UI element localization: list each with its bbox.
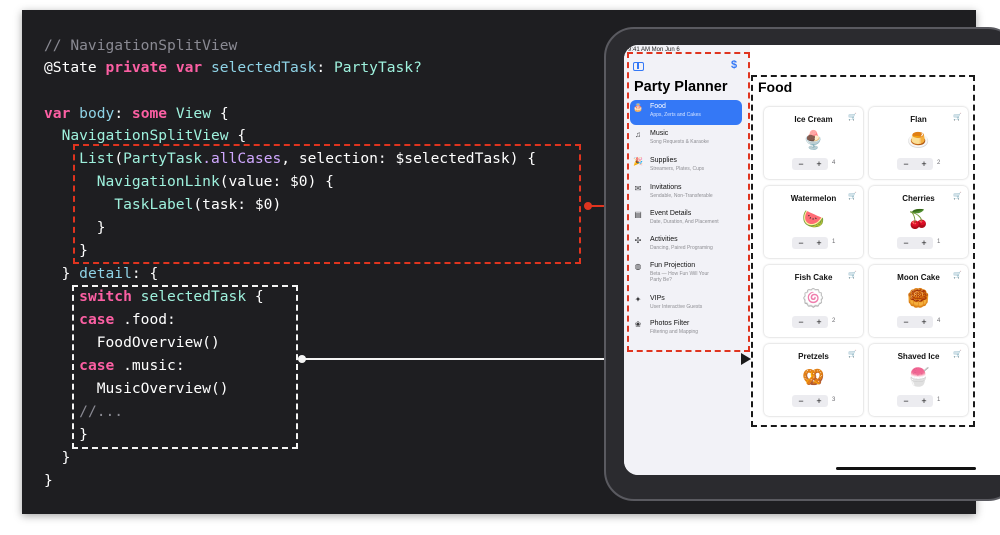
- list-highlight-box: [73, 144, 581, 264]
- code-line-body: var body: some View {: [44, 105, 229, 122]
- code-line-comment: // NavigationSplitView: [44, 37, 238, 54]
- code-line-state: @State private var selectedTask: PartyTa…: [44, 59, 422, 76]
- sidebar-highlight-box: [627, 52, 750, 352]
- code-line-close: }: [44, 472, 53, 489]
- code-line-close: }: [61, 449, 71, 466]
- code-block: // NavigationSplitView @State private va…: [44, 35, 536, 489]
- detail-view-highlight-box: [751, 75, 975, 427]
- detail-highlight-box: [72, 285, 298, 449]
- code-line-detail: } detail: {: [61, 265, 159, 282]
- home-indicator: [836, 467, 976, 470]
